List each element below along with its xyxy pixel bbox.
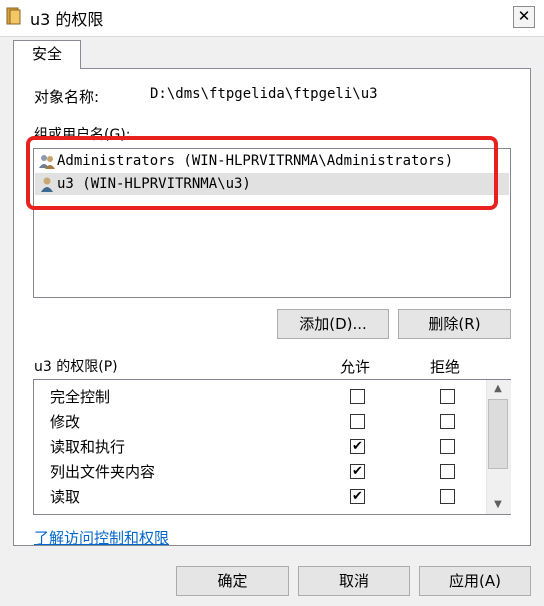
apply-button[interactable]: 应用(A) (419, 566, 531, 596)
allow-checkbox[interactable] (350, 389, 365, 404)
permissions-title: u3 的权限(P) (34, 359, 118, 375)
deny-checkbox[interactable] (440, 464, 455, 479)
permission-row: 列出文件夹内容 ✔ (34, 459, 486, 484)
permissions-list: 完全控制 修改 读取和执行 ✔ 列出文件夹内容 ✔ 读取 ✔ 写入 (33, 379, 511, 515)
close-icon: ✕ (517, 7, 531, 25)
scroll-up-icon[interactable]: ▲ (486, 380, 510, 398)
add-button[interactable]: 添加(D)... (277, 309, 389, 339)
permission-label: 读取和执行 (50, 438, 126, 456)
permission-label: 修改 (50, 413, 81, 431)
permission-row: 写入 (34, 509, 486, 515)
allow-checkbox[interactable]: ✔ (350, 464, 365, 479)
deny-checkbox[interactable] (440, 439, 455, 454)
ok-button[interactable]: 确定 (176, 566, 289, 596)
allow-checkbox[interactable]: ✔ (350, 439, 365, 454)
scroll-down-icon[interactable]: ▼ (486, 496, 510, 514)
permission-row: 完全控制 (34, 384, 486, 409)
permission-label: 列出文件夹内容 (50, 463, 156, 481)
allow-checkbox[interactable] (350, 414, 365, 429)
folder-icon (6, 6, 24, 26)
remove-button[interactable]: 删除(R) (398, 309, 511, 339)
permission-row: 读取 ✔ (34, 484, 486, 509)
allow-checkbox[interactable] (350, 514, 365, 515)
deny-checkbox[interactable] (440, 414, 455, 429)
allow-column-header: 允许 (340, 358, 371, 376)
window-title: u3 的权限 (30, 10, 104, 29)
help-link[interactable]: 了解访问控制和权限 (34, 527, 169, 548)
object-name-value: D:\dms\ftpgelida\ftpgeli\u3 (150, 86, 378, 102)
highlight-annotation (26, 136, 498, 210)
permission-label: 写入 (50, 511, 80, 514)
deny-column-header: 拒绝 (430, 358, 461, 376)
scroll-thumb[interactable] (488, 399, 508, 469)
allow-checkbox[interactable]: ✔ (350, 489, 365, 504)
close-button[interactable]: ✕ (513, 6, 535, 28)
permission-row: 修改 (34, 409, 486, 434)
cancel-button[interactable]: 取消 (298, 566, 410, 596)
object-name-label: 对象名称: (34, 88, 100, 106)
deny-checkbox[interactable] (440, 389, 455, 404)
permission-label: 完全控制 (50, 388, 111, 406)
tab-security[interactable]: 安全 (13, 40, 81, 69)
permission-label: 读取 (50, 488, 81, 506)
permission-row: 读取和执行 ✔ (34, 434, 486, 459)
deny-checkbox[interactable] (440, 489, 455, 504)
deny-checkbox[interactable] (440, 514, 455, 515)
